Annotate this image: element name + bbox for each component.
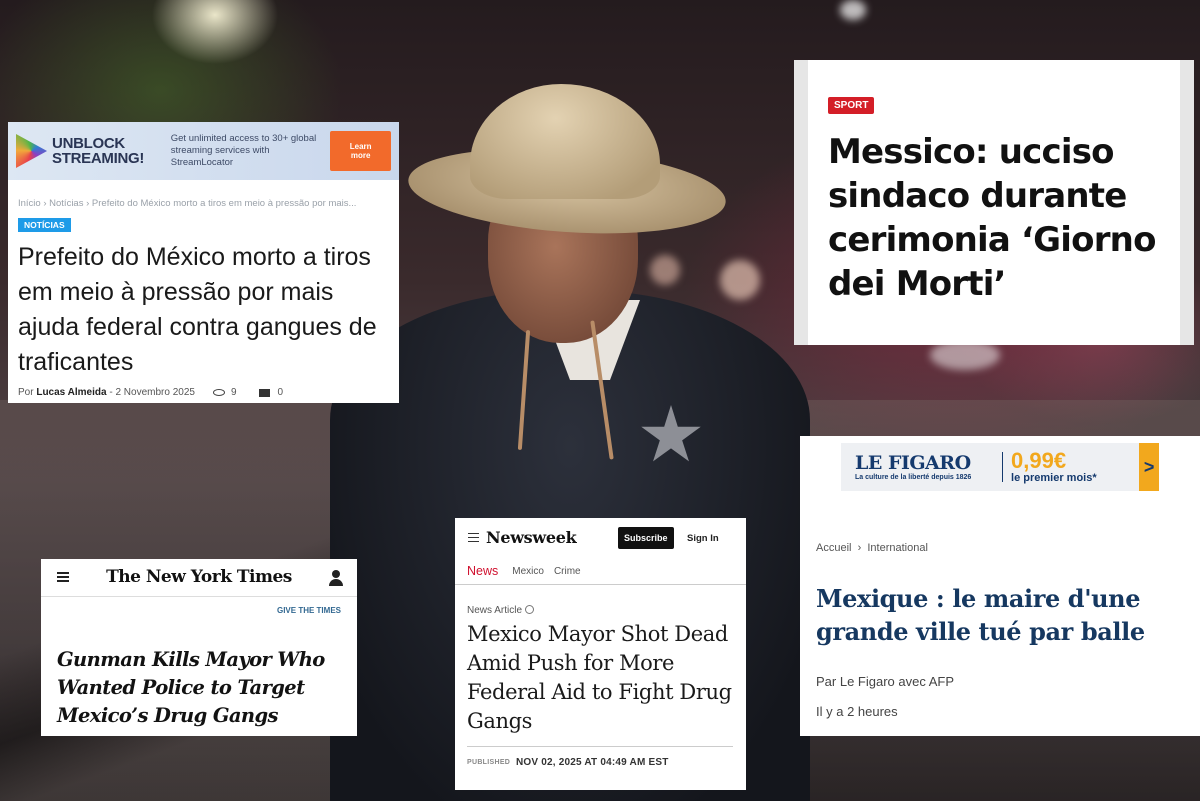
ad-copy: Get unlimited access to 30+ global strea… [170, 133, 317, 168]
publish-date: - 2 Novembro 2025 [109, 387, 195, 398]
offer-terms: le premier mois* [1011, 471, 1097, 484]
learn-more-button[interactable]: Learn more [330, 131, 392, 171]
ad-offer: 0,99€ le premier mois* [1011, 447, 1139, 485]
it-article-card: SPORT Messico: ucciso sindaco durante ce… [794, 60, 1194, 345]
figaro-article-card: LE FIGARO La culture de la liberté depui… [800, 436, 1200, 736]
headline: Prefeito do México morto a tiros em meio… [18, 243, 377, 376]
ad-banner[interactable]: UNBLOCK STREAMING! Get unlimited access … [8, 122, 399, 180]
breadcrumb[interactable]: Início › Notícias › Prefeito do México m… [18, 198, 356, 209]
published-label: PUBLISHED [467, 759, 511, 766]
article-kind-label: News Article [467, 605, 523, 616]
subscribe-button[interactable]: Subscribe [618, 527, 674, 549]
timestamp: Il y a 2 heures [816, 704, 898, 719]
sign-in-link[interactable]: Sign In [687, 533, 719, 544]
breadcrumb-home[interactable]: Accueil [816, 542, 851, 554]
masthead-logo[interactable]: Newsweek [486, 528, 577, 547]
view-count: 9 [230, 387, 237, 398]
breadcrumb: Accueil › International [816, 542, 928, 554]
menu-icon[interactable] [468, 533, 479, 542]
pt-article-card: UNBLOCK STREAMING! Get unlimited access … [8, 122, 399, 403]
headline: Mexique : le maire d'une grande ville tu… [816, 584, 1145, 646]
ad-brand: LE FIGARO La culture de la liberté depui… [841, 453, 994, 482]
divider [1002, 452, 1004, 482]
subscription-ad[interactable]: LE FIGARO La culture de la liberté depui… [841, 443, 1159, 491]
section-tag[interactable]: SPORT [828, 97, 875, 114]
figaro-logo: LE FIGARO [855, 451, 971, 474]
byline: Por Lucas Almeida - 2 Novembro 2025 9 0 [18, 387, 283, 398]
category-tag[interactable]: NOTÍCIAS [18, 218, 71, 232]
section-nav: News Mexico Crime [455, 558, 746, 585]
give-the-times-link[interactable]: GIVE THE TIMES [277, 606, 341, 615]
nyt-article-card: The New York Times GIVE THE TIMES Gunman… [41, 559, 357, 736]
offer-price: 0,99€ [1011, 447, 1067, 473]
info-icon[interactable] [525, 605, 535, 614]
byline: Par Le Figaro avec AFP [816, 674, 955, 689]
masthead-bar: The New York Times [41, 559, 357, 597]
eye-icon [212, 389, 225, 396]
newsweek-article-card: Newsweek Subscribe Sign In News Mexico C… [455, 518, 746, 790]
comment-count: 0 [277, 387, 284, 398]
nav-news[interactable]: News [467, 564, 498, 578]
ad-logo: UNBLOCK STREAMING! [52, 135, 145, 167]
headline: Mexico Mayor Shot Dead Amid Push for Mor… [467, 622, 732, 733]
masthead-logo[interactable]: The New York Times [41, 567, 357, 587]
article-kind: News Article [467, 605, 535, 616]
hat-crown [470, 84, 660, 199]
published-date: NOV 02, 2025 AT 04:49 AM EST [516, 757, 669, 768]
nav-crime[interactable]: Crime [554, 566, 581, 577]
masthead-bar: Newsweek Subscribe Sign In [455, 518, 746, 558]
figaro-tagline: La culture de la liberté depuis 1826 [855, 473, 972, 481]
play-logo-icon [16, 134, 48, 168]
user-icon[interactable] [329, 570, 343, 586]
breadcrumb-section[interactable]: International [867, 542, 928, 554]
nav-mexico[interactable]: Mexico [512, 566, 544, 577]
headline: Gunman Kills Mayor Who Wanted Police to … [57, 648, 325, 727]
divider [467, 746, 733, 747]
chevron-right-icon: › [854, 542, 865, 554]
author-link[interactable]: Lucas Almeida [36, 387, 106, 398]
chevron-right-icon[interactable]: > [1139, 443, 1159, 491]
comment-icon[interactable] [258, 388, 270, 397]
byline-prefix: Por [18, 387, 34, 398]
headline: Messico: ucciso sindaco durante cerimoni… [828, 132, 1156, 304]
